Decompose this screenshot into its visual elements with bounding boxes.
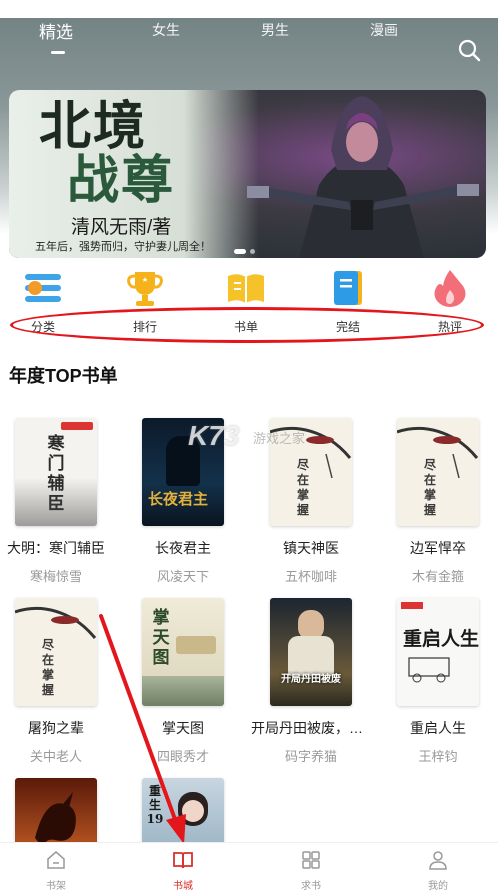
book-title: 大明：寒门辅臣	[7, 540, 105, 556]
banner-title-line2: 战尊	[67, 150, 176, 211]
request-book-icon	[302, 851, 320, 869]
section-title: 年度TOP书单	[9, 366, 118, 386]
quick-nav-label: 书单	[233, 320, 258, 334]
flame-icon	[434, 270, 466, 307]
bookshelf-icon	[47, 851, 65, 869]
profile-icon	[429, 851, 447, 870]
bottom-nav: 书架 书城 求书 我的	[0, 842, 498, 892]
book-author: 风凌天下	[156, 569, 209, 584]
bottom-nav-label: 求书	[301, 881, 321, 892]
cover-title: 长夜君主	[148, 490, 209, 508]
book-author: 五杯咖啡	[284, 569, 337, 584]
bottom-nav-request[interactable]: 求书	[281, 849, 341, 892]
book-author: 关中老人	[29, 749, 82, 764]
book-card[interactable]: 掌天图 掌天图 四眼秀才	[123, 598, 243, 765]
pagination-dot-active[interactable]	[234, 249, 246, 254]
book-title: 重启人生	[410, 720, 466, 736]
tab-comics[interactable]: 漫画	[370, 20, 398, 40]
book-author: 王梓钧	[418, 749, 458, 764]
banner-tagline: 五年后，强势而归，守护妻儿周全！	[35, 241, 211, 253]
quick-nav-finished[interactable]: 完结	[318, 268, 378, 335]
cover-title: 尽在掌握	[41, 638, 54, 697]
cover-title: 尽在掌握	[296, 458, 309, 517]
book-cover: 掌天图	[142, 598, 224, 706]
book-cover: 尽在掌握	[397, 418, 479, 526]
ink-branch-art	[15, 606, 97, 639]
bottom-nav-bookshelf[interactable]: 书架	[26, 849, 86, 892]
banner-pagination	[234, 241, 259, 259]
quick-nav-label: 完结	[335, 320, 360, 334]
category-icon	[25, 274, 61, 302]
tab-featured[interactable]: 精选	[39, 18, 73, 43]
top-tabs: 精选 女生 男生 漫画	[0, 18, 498, 62]
bottom-nav-label: 书架	[46, 881, 66, 892]
quick-nav-hot-reviews[interactable]: 热评	[420, 268, 480, 335]
promo-banner[interactable]: 北境 战尊 清风无雨/著 五年后，强势而归，守护妻儿周全！	[9, 90, 486, 258]
bottom-nav-label: 我的	[428, 881, 448, 892]
cover-face-art	[182, 800, 204, 822]
quick-nav-label: 排行	[132, 320, 157, 334]
book-author: 寒梅惊雪	[29, 569, 82, 584]
book-title: 掌天图	[162, 720, 204, 736]
book-cover: 开局丹田被废	[270, 598, 352, 706]
publisher-badge	[61, 422, 93, 430]
cover-scroll-art	[176, 636, 216, 654]
quick-nav-label: 热评	[437, 320, 462, 334]
banner-title: 北境 战尊	[39, 100, 175, 208]
book-title: 边军悍卒	[410, 540, 466, 556]
tab-male[interactable]: 男生	[261, 20, 289, 40]
quick-nav-booklist[interactable]: 书单	[216, 268, 276, 335]
book-title: 长夜君主	[155, 540, 211, 556]
active-tab-indicator	[51, 51, 65, 54]
cover-sketch-art	[401, 602, 450, 683]
search-icon[interactable]	[457, 38, 481, 62]
cover-title: 开局丹田被废	[281, 674, 341, 685]
tab-female[interactable]: 女生	[152, 20, 180, 40]
banner-author: 清风无雨/著	[71, 217, 172, 238]
bottom-nav-label: 书城	[173, 881, 193, 892]
book-cover: 重启人生	[397, 598, 479, 706]
book-card[interactable]: 开局丹田被废 开局丹田被废，我... 码字养猫	[251, 598, 371, 765]
cover-title: 重生19	[146, 784, 164, 826]
bottom-nav-profile[interactable]: 我的	[408, 849, 468, 892]
status-bar	[0, 0, 498, 18]
bottom-nav-bookstore[interactable]: 书城	[153, 849, 213, 892]
bookstore-icon	[173, 852, 193, 869]
book-cover: 寒门辅臣	[15, 418, 97, 526]
book-card[interactable]: 尽在掌握 屠狗之辈 关中老人	[0, 598, 116, 765]
watermark-logo: K73	[188, 420, 240, 451]
quick-nav-label: 分类	[30, 320, 55, 334]
trophy-icon	[127, 272, 163, 306]
book-cover: 尽在掌握	[15, 598, 97, 706]
book-author: 木有金箍	[411, 569, 464, 584]
book-author: 码字养猫	[284, 749, 337, 764]
finished-book-icon	[334, 271, 362, 305]
quick-nav-ranking[interactable]: 排行	[115, 268, 175, 335]
book-list-icon	[228, 274, 264, 303]
ink-branch-art	[397, 426, 479, 479]
book-title: 开局丹田被废，我...	[251, 720, 371, 736]
pagination-dot[interactable]	[250, 249, 255, 254]
watermark-text: 游戏之家	[253, 431, 306, 446]
book-card[interactable]: 寒门辅臣 大明：寒门辅臣 寒梅惊雪	[0, 418, 116, 585]
cover-art	[15, 478, 97, 526]
book-author: 四眼秀才	[156, 749, 209, 764]
book-title: 屠狗之辈	[28, 720, 84, 736]
cover-mountain-art	[142, 676, 224, 706]
banner-character-art	[247, 96, 479, 258]
quick-nav: 分类 排行 书单 完结 热评	[0, 268, 498, 340]
banner-title-line1: 北境	[39, 96, 148, 157]
book-card[interactable]: 尽在掌握 边军悍卒 木有金箍	[378, 418, 498, 585]
book-title: 镇天神医	[283, 540, 339, 556]
cover-title: 掌天图	[152, 608, 170, 668]
quick-nav-category[interactable]: 分类	[13, 268, 73, 335]
book-card[interactable]: 重启人生 重启人生 王梓钧	[378, 598, 498, 765]
cover-title: 尽在掌握	[423, 458, 436, 517]
